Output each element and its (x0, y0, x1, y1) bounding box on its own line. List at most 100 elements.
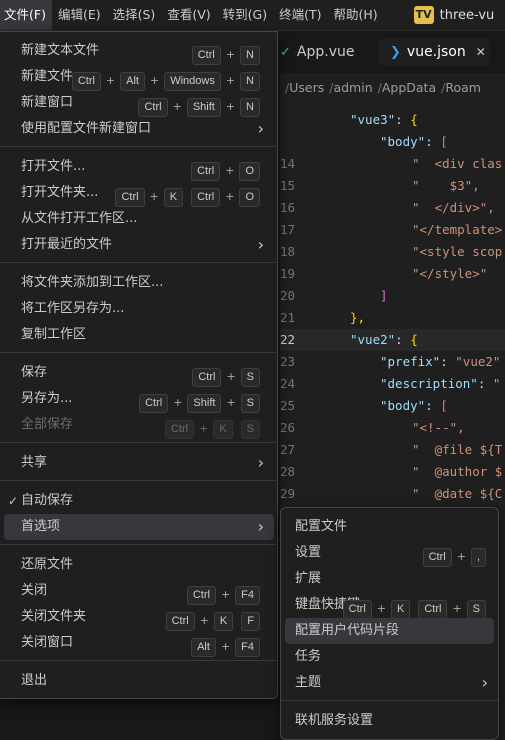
code-line[interactable]: 29 " @date ${C (280, 483, 505, 505)
menu-item[interactable]: 打开文件... Ctrl + O (4, 154, 274, 181)
menu-item[interactable]: 将文件夹添加到工作区... (4, 270, 274, 296)
menubar-item[interactable]: 查看(V) (161, 0, 216, 30)
menu-item[interactable]: ✓ 自动保存 (4, 488, 274, 514)
code-text: "<!--", (412, 420, 465, 435)
breadcrumb-item[interactable]: AppData (382, 80, 436, 95)
menu-item[interactable]: 复制工作区 (4, 322, 274, 348)
menu-item[interactable]: 打开最近的文件 › (4, 232, 274, 258)
key-cap: Alt (191, 637, 216, 657)
code-line[interactable]: 25 "body": [ (280, 395, 505, 417)
code-text: "prefix": "vue2" (380, 354, 501, 369)
menu-item-label: 关闭 (21, 583, 48, 598)
menu-item-label: 另存为... (21, 391, 73, 406)
menubar-item[interactable]: 帮助(H) (327, 0, 383, 30)
menu-divider (0, 352, 276, 353)
menu-item-label: 全部保存 (21, 417, 74, 432)
breadcrumb-item[interactable]: admin (333, 80, 372, 95)
code-line[interactable]: 28 " @author $ (280, 461, 505, 483)
submenu-item[interactable]: 任务 (285, 644, 494, 670)
menubar-item[interactable]: 编辑(E) (52, 0, 107, 30)
code-line[interactable]: 18 "<style scop (280, 241, 505, 263)
menu-item-label: 从文件打开工作区... (21, 211, 138, 226)
menu-item[interactable]: 共享 › (4, 450, 274, 476)
code-line[interactable]: 21}, (280, 307, 505, 329)
code-line[interactable]: 27 " @file ${T (280, 439, 505, 461)
chevron-right-icon: › (257, 517, 264, 536)
breadcrumb-item[interactable]: Users (289, 80, 324, 95)
menu-item[interactable]: 保存 Ctrl + S (4, 360, 274, 387)
menu-item[interactable]: 新建文件... Ctrl + Alt + Windows + N (4, 64, 274, 91)
menu-item[interactable]: 关闭窗口 Alt + F4 (4, 630, 274, 657)
line-number: 27 (280, 442, 296, 457)
line-number: 23 (280, 354, 296, 369)
key-cap: , (470, 547, 486, 567)
keyboard-shortcut: Ctrl + K S (164, 416, 260, 442)
tab-app-vue[interactable]: ✓ App.vue (280, 38, 354, 66)
submenu-item[interactable]: 扩展 (285, 566, 494, 592)
menu-item[interactable]: 新建窗口 Ctrl + Shift + N (4, 90, 274, 117)
menu-item-label: 设置 (295, 545, 322, 560)
chevron-right-icon: › (257, 453, 264, 472)
menu-item-label: 共享 (21, 455, 48, 470)
close-icon[interactable]: ✕ (476, 45, 486, 59)
menu-item[interactable]: 从文件打开工作区... (4, 206, 274, 232)
code-text: "body": [ (380, 134, 448, 149)
key-cap: S (466, 599, 486, 619)
line-number: 17 (280, 222, 296, 237)
menu-item[interactable]: 还原文件 (4, 552, 274, 578)
key-cap: Ctrl (191, 161, 221, 181)
code-text: ] (380, 288, 388, 303)
code-line[interactable]: "body": [ (280, 131, 505, 153)
menu-item[interactable]: 将工作区另存为... (4, 296, 274, 322)
code-text: " @author $ (412, 464, 503, 479)
key-cap: S (240, 367, 260, 387)
menu-divider (0, 442, 276, 443)
line-number: 14 (280, 156, 296, 171)
breadcrumb-item[interactable]: Roam (445, 80, 481, 95)
code-line[interactable]: 22 "vue2": { (280, 329, 505, 351)
code-text: "<style scop (412, 244, 503, 259)
menu-item[interactable]: 新建文本文件 Ctrl + N (4, 38, 274, 65)
key-cap: Ctrl (186, 585, 216, 605)
menu-item[interactable]: 使用配置文件新建窗口 › (4, 116, 274, 142)
code-text: "vue2": { (350, 332, 418, 347)
code-text: "description": " (380, 376, 501, 391)
submenu-item[interactable]: 配置文件 (285, 514, 494, 540)
menubar-item[interactable]: 转到(G) (217, 0, 273, 30)
submenu-item[interactable]: 主题 › (285, 670, 494, 696)
menu-item[interactable]: 首选项 › (4, 514, 274, 540)
code-line[interactable]: 23 "prefix": "vue2" (280, 351, 505, 373)
menubar-item[interactable]: 选择(S) (107, 0, 162, 30)
tab-vue-json[interactable]: ❯ vue.json ✕ (378, 38, 490, 66)
code-line[interactable]: 15 " $3", (280, 175, 505, 197)
key-cap: F4 (235, 637, 260, 657)
key-cap: Alt (120, 71, 145, 91)
code-text: " @file ${T (412, 442, 503, 457)
code-line[interactable]: 17 "</template> (280, 219, 505, 241)
code-line[interactable]: 24 "description": " (280, 373, 505, 395)
submenu-item[interactable]: 配置用户代码片段 (285, 618, 494, 644)
menu-item[interactable]: 关闭 Ctrl + F4 (4, 578, 274, 605)
code-line[interactable]: 19 "</style>" (280, 263, 505, 285)
submenu-item[interactable]: 设置 Ctrl +, (285, 540, 494, 567)
code-line[interactable]: 26 "<!--", (280, 417, 505, 439)
menu-divider (0, 544, 276, 545)
submenu-item[interactable]: 键盘快捷键 Ctrl + K Ctrl + S (285, 592, 494, 619)
submenu-item[interactable]: 联机服务设置 (285, 708, 494, 734)
key-cap: F4 (235, 585, 260, 605)
menu-item[interactable]: 关闭文件夹 Ctrl + K F (4, 604, 274, 631)
menu-item[interactable]: 打开文件夹... Ctrl + K Ctrl + O (4, 180, 274, 207)
window-title: three-vu (439, 7, 495, 23)
code-line[interactable]: 20] (280, 285, 505, 307)
menu-item-label: 首选项 (21, 519, 61, 534)
menubar-item[interactable]: 终端(T) (273, 0, 327, 30)
code-text: "</style>" (412, 266, 488, 281)
menu-divider (0, 146, 276, 147)
code-line[interactable]: "vue3": { (280, 109, 505, 131)
code-line[interactable]: 16 " </div>", (280, 197, 505, 219)
menu-item-label: 关闭窗口 (21, 635, 74, 650)
code-line[interactable]: 14 " <div clas (280, 153, 505, 175)
menubar-item[interactable]: 文件(F) (0, 0, 52, 30)
menu-item[interactable]: 退出 (4, 668, 274, 694)
menu-item[interactable]: 另存为... Ctrl + Shift + S (4, 386, 274, 413)
